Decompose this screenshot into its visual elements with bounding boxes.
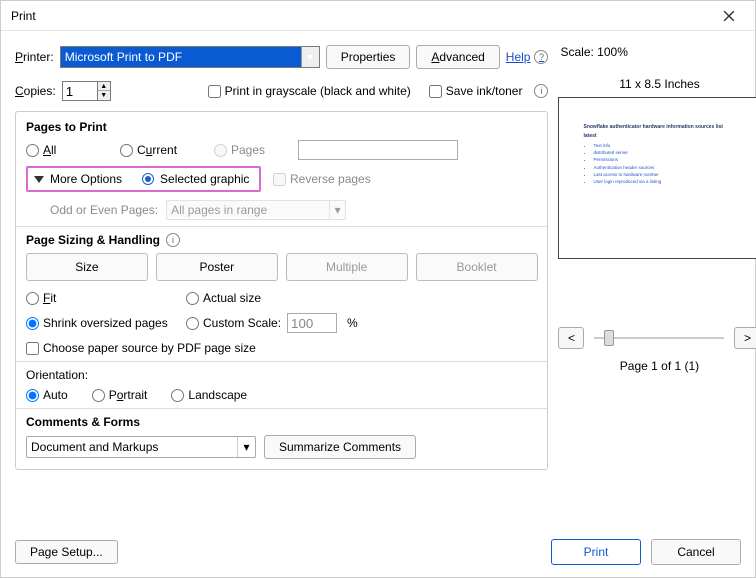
- chevron-down-icon: ▾: [237, 437, 255, 457]
- copies-input[interactable]: [62, 81, 98, 101]
- chevron-down-icon: ▾: [329, 201, 345, 219]
- pages-all-radio[interactable]: All: [26, 143, 116, 157]
- page-setup-button[interactable]: Page Setup...: [15, 540, 118, 564]
- spin-up-icon[interactable]: ▲: [98, 82, 110, 91]
- help-link[interactable]: Help ?: [506, 50, 549, 64]
- help-icon: ?: [534, 50, 548, 64]
- printer-label: Printer:: [15, 50, 54, 64]
- preview-next-button[interactable]: >: [734, 327, 756, 349]
- multiple-tab: Multiple: [286, 253, 408, 281]
- dialog-title: Print: [11, 9, 709, 23]
- pages-current-radio[interactable]: Current: [120, 143, 210, 157]
- orientation-landscape-radio[interactable]: Landscape: [171, 388, 247, 402]
- booklet-tab: Booklet: [416, 253, 538, 281]
- info-icon[interactable]: i: [534, 84, 548, 98]
- advanced-button[interactable]: Advanced: [416, 45, 499, 69]
- fit-radio[interactable]: Fit: [26, 291, 186, 305]
- custom-scale-radio[interactable]: Custom Scale:: [186, 316, 281, 330]
- reverse-pages-checkbox[interactable]: Reverse pages: [273, 172, 371, 186]
- summarize-comments-button[interactable]: Summarize Comments: [264, 435, 416, 459]
- info-icon[interactable]: i: [166, 233, 180, 247]
- spin-down-icon[interactable]: ▼: [98, 91, 110, 100]
- cancel-button[interactable]: Cancel: [651, 539, 741, 565]
- print-preview: Snowflake authenticator hardware informa…: [558, 97, 756, 259]
- slider-thumb[interactable]: [604, 330, 614, 346]
- save-ink-checkbox[interactable]: Save ink/toner: [429, 84, 523, 98]
- paper-size-label: 11 x 8.5 Inches: [558, 77, 756, 91]
- close-button[interactable]: [709, 2, 749, 30]
- printer-value: Microsoft Print to PDF: [65, 50, 182, 64]
- chevron-down-icon: ▾: [301, 47, 319, 67]
- close-icon: [723, 10, 735, 22]
- custom-scale-input[interactable]: [287, 313, 337, 333]
- poster-tab[interactable]: Poster: [156, 253, 278, 281]
- orientation-portrait-radio[interactable]: Portrait: [92, 388, 148, 402]
- selected-graphic-radio[interactable]: Selected graphic: [142, 172, 249, 186]
- print-button[interactable]: Print: [551, 539, 641, 565]
- pages-to-print-title: Pages to Print: [26, 120, 537, 134]
- pages-range-input[interactable]: [298, 140, 458, 160]
- printer-select[interactable]: Microsoft Print to PDF ▾: [60, 46, 320, 68]
- properties-button[interactable]: Properties: [326, 45, 411, 69]
- odd-even-select: All pages in range ▾: [166, 200, 346, 220]
- comments-select[interactable]: Document and Markups ▾: [26, 436, 256, 458]
- page-info-label: Page 1 of 1 (1): [558, 359, 756, 373]
- preview-prev-button[interactable]: <: [558, 327, 584, 349]
- choose-paper-checkbox[interactable]: Choose paper source by PDF page size: [26, 341, 537, 355]
- sizing-title: Page Sizing & Handling: [26, 233, 160, 247]
- triangle-down-icon: [34, 176, 44, 183]
- preview-slider[interactable]: [594, 327, 724, 349]
- comments-title: Comments & Forms: [26, 415, 537, 429]
- shrink-radio[interactable]: Shrink oversized pages: [26, 313, 186, 333]
- pages-range-radio[interactable]: Pages: [214, 143, 294, 157]
- percent-label: %: [347, 316, 358, 330]
- scale-label: Scale: 100%: [560, 45, 756, 59]
- orientation-title: Orientation:: [26, 368, 537, 382]
- actual-size-radio[interactable]: Actual size: [186, 291, 537, 305]
- more-options-toggle[interactable]: More Options: [34, 172, 122, 186]
- grayscale-checkbox[interactable]: Print in grayscale (black and white): [208, 84, 411, 98]
- size-tab[interactable]: Size: [26, 253, 148, 281]
- orientation-auto-radio[interactable]: Auto: [26, 388, 68, 402]
- more-options-highlight: More Options Selected graphic: [26, 166, 261, 192]
- copies-label: Copies:: [15, 84, 56, 98]
- copies-spinner[interactable]: ▲ ▼: [62, 81, 111, 101]
- odd-even-label: Odd or Even Pages:: [50, 203, 158, 217]
